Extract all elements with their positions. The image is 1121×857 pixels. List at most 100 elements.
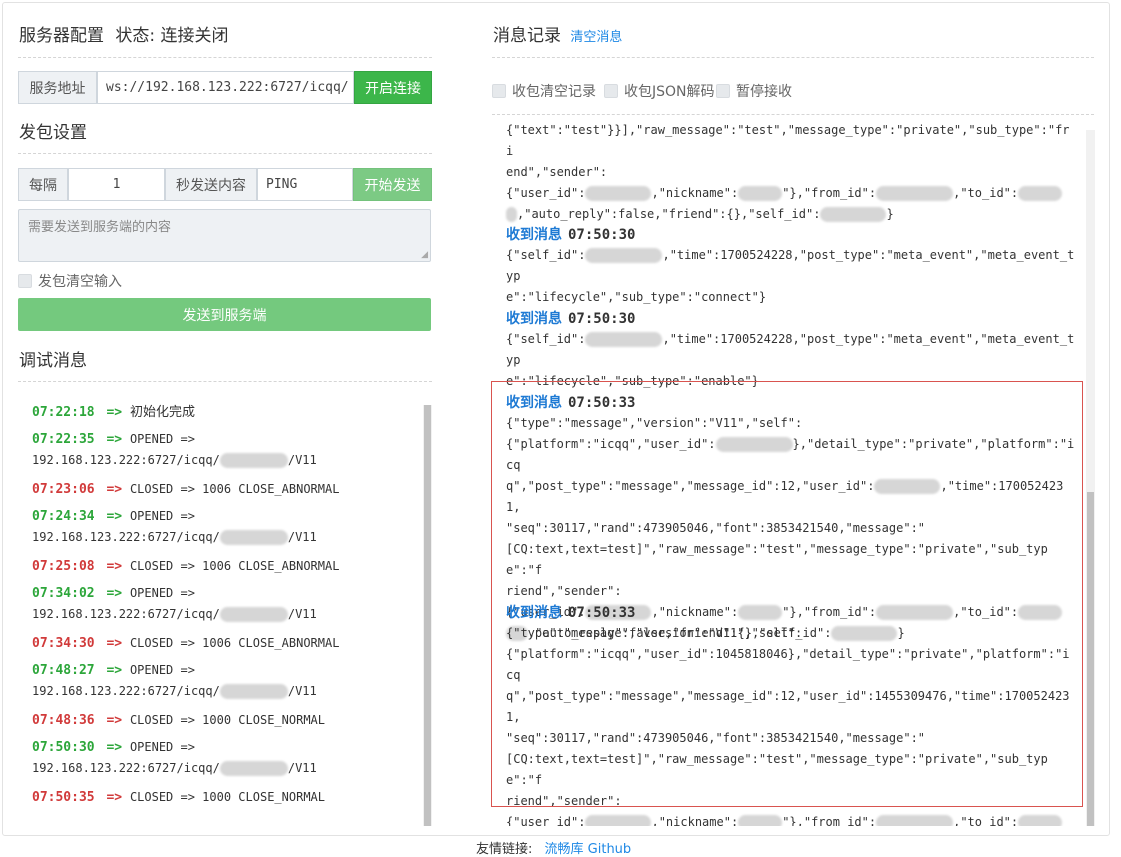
message-line: ,"auto_reply":false,"friend":{},"self_id…	[506, 204, 1076, 225]
debug-log-arrow: =>	[98, 559, 130, 574]
debug-log-entry: 07:22:18 => 初始化完成	[32, 402, 422, 423]
connection-status: 状态: 连接关闭	[115, 26, 229, 46]
messages-title-row: 消息记录 清空消息	[493, 21, 622, 46]
debug-log[interactable]: 07:22:18 => 初始化完成 07:22:35 => OPENED => 19…	[18, 394, 432, 826]
divider	[492, 114, 1094, 115]
debug-log-arrow: =>	[98, 740, 130, 755]
redacted-value	[506, 207, 517, 222]
clear-after-send-option[interactable]: 发包清空输入	[18, 271, 122, 291]
debug-log-text: OPENED =>	[129, 740, 195, 754]
send-to-server-button[interactable]: 发送到服务端	[18, 298, 431, 331]
debug-log-arrow: =>	[98, 586, 130, 601]
debug-log-text: CLOSED => 1000 CLOSE_NORMAL	[129, 713, 326, 727]
message-scrollbar[interactable]	[1086, 130, 1095, 826]
divider	[492, 57, 1094, 58]
opt-clear-on-receive[interactable]: 收包清空记录	[492, 81, 596, 101]
debug-log-suffix: /V11	[287, 684, 317, 698]
send-content-textarea[interactable]: 需要发送到服务端的内容 ◢	[18, 209, 431, 262]
debug-log-entry: 07:50:30 => OPENED => 192.168.123.222:672…	[32, 737, 422, 779]
debug-log-text: CLOSED => 1006 CLOSE_ABNORMAL	[129, 559, 340, 573]
message-time: 07:50:30	[568, 311, 636, 327]
redacted-value	[1018, 186, 1063, 201]
debug-log-entry: 07:34:30 => CLOSED => 1006 CLOSE_ABNORMA…	[32, 633, 422, 654]
start-sending-button[interactable]: 开始发送	[353, 168, 432, 201]
connect-button[interactable]: 开启连接	[354, 71, 432, 104]
messages-heading: 消息记录	[493, 26, 561, 46]
opt-json-decode-checkbox[interactable]	[604, 84, 618, 98]
debug-log-address: 192.168.123.222:6727/icqq/	[32, 761, 220, 775]
interval-row: 每隔 1 秒发送内容 PING 开始发送	[18, 168, 432, 201]
debug-log-arrow: =>	[98, 663, 130, 678]
debug-log-time: 07:48:36	[32, 713, 95, 728]
debug-log-time: 07:34:02	[32, 586, 95, 601]
message-scrollbar-thumb[interactable]	[1087, 492, 1094, 826]
debug-log-time: 07:50:30	[32, 740, 95, 755]
debug-log-suffix: /V11	[287, 530, 317, 544]
debug-log-entry: 07:22:35 => OPENED => 192.168.123.222:672…	[32, 429, 422, 471]
debug-log-text: CLOSED => 1006 CLOSE_ABNORMAL	[129, 482, 340, 496]
debug-log-entry: 07:50:35 => CLOSED => 1000 CLOSE_NORMAL	[32, 787, 422, 808]
debug-log-time: 07:22:35	[32, 432, 95, 447]
message-line: {"self_id": ,"time":1700524228,"post_type…	[506, 332, 1075, 367]
debug-log-time: 07:25:08	[32, 559, 95, 574]
debug-log-entry: 07:25:08 => CLOSED => 1006 CLOSE_ABNORMA…	[32, 556, 422, 577]
textarea-placeholder: 需要发送到服务端的内容	[28, 220, 172, 235]
message-body: {"text":"test"}}],"raw_message":"test","…	[506, 122, 1076, 225]
server-address-value: ws://192.168.123.222:6727/icqq/	[106, 80, 349, 95]
every-label: 每隔	[18, 168, 68, 201]
debug-log-time: 07:22:18	[32, 405, 95, 420]
opt-pause-receive-label: 暂停接收	[736, 84, 792, 100]
periodic-content-input[interactable]: PING	[257, 168, 353, 201]
debug-log-arrow: =>	[98, 509, 130, 524]
debug-log-suffix: /V11	[287, 453, 317, 467]
redacted-value	[585, 332, 663, 347]
debug-log-time: 07:48:27	[32, 663, 95, 678]
opt-json-decode[interactable]: 收包JSON解码	[604, 81, 715, 101]
debug-log-text: CLOSED => 1006 CLOSE_ABNORMAL	[129, 636, 340, 650]
message-line: {"text":"test"}}],"raw_message":"test","…	[506, 123, 1070, 158]
server-address-row: 服务地址 ws://192.168.123.222:6727/icqq/ 开启连…	[18, 71, 432, 104]
debug-log-time: 07:34:30	[32, 636, 95, 651]
debug-log-arrow: =>	[98, 713, 130, 728]
redacted-value	[585, 186, 652, 201]
footer-link[interactable]: 流畅库 Github	[545, 842, 632, 857]
server-address-label: 服务地址	[18, 71, 97, 104]
debug-log-entry: 07:48:27 => OPENED => 192.168.123.222:672…	[32, 660, 422, 702]
debug-log-arrow: =>	[98, 482, 130, 497]
message-line: end","sender":	[506, 165, 608, 179]
debug-log-text: OPENED =>	[129, 509, 195, 523]
debug-log-suffix: /V11	[287, 761, 317, 775]
interval-input[interactable]: 1	[68, 168, 165, 201]
debug-scrollbar-thumb[interactable]	[424, 405, 431, 826]
debug-title: 调试消息	[19, 351, 87, 371]
clear-after-send-checkbox[interactable]	[18, 274, 32, 288]
message-line: {"user_id": ,"nickname": "},"from_id": ,"to…	[506, 812, 1076, 826]
clear-messages-link[interactable]: 清空消息	[570, 30, 622, 45]
divider	[18, 153, 432, 154]
debug-log-arrow: =>	[98, 790, 130, 805]
debug-log-time: 07:23:06	[32, 482, 95, 497]
redacted-value	[738, 815, 783, 826]
message-body: {"self_id": ,"time":1700524228,"post_type…	[506, 245, 1076, 308]
message-received-label: 收到消息	[506, 227, 562, 243]
redacted-value	[219, 453, 288, 468]
opt-pause-receive-checkbox[interactable]	[716, 84, 730, 98]
clear-after-send-label: 发包清空输入	[38, 274, 122, 290]
debug-scrollbar[interactable]	[423, 405, 432, 826]
server-address-input[interactable]: ws://192.168.123.222:6727/icqq/	[97, 71, 354, 104]
debug-log-text: 初始化完成	[129, 405, 195, 420]
redacted-value	[585, 815, 652, 826]
sec-content-label: 秒发送内容	[165, 168, 257, 201]
message-line: {"user_id": ,"nickname": "},"from_id": ,"to…	[506, 183, 1076, 204]
debug-log-address: 192.168.123.222:6727/icqq/	[32, 453, 220, 467]
debug-log-entry: 07:34:02 => OPENED => 192.168.123.222:672…	[32, 583, 422, 625]
message-line: {"self_id": ,"time":1700524228,"post_type…	[506, 248, 1075, 283]
opt-pause-receive[interactable]: 暂停接收	[716, 81, 792, 101]
debug-log-address: 192.168.123.222:6727/icqq/	[32, 530, 220, 544]
resize-handle-icon[interactable]: ◢	[421, 250, 428, 260]
opt-json-decode-label: 收包JSON解码	[624, 84, 715, 100]
debug-log-arrow: =>	[98, 636, 130, 651]
debug-log-arrow: =>	[98, 432, 130, 447]
opt-clear-on-receive-checkbox[interactable]	[492, 84, 506, 98]
redacted-value	[820, 207, 887, 222]
